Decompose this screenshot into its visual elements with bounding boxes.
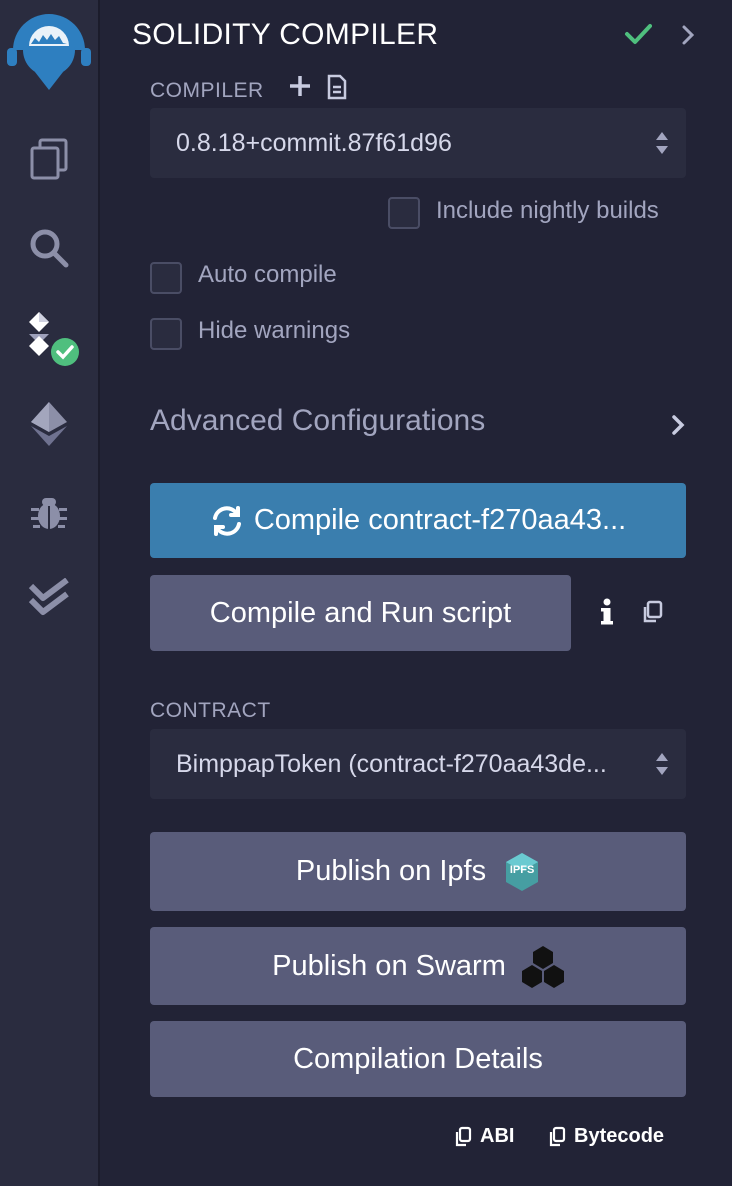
sort-arrows-icon — [654, 751, 670, 784]
file-explorer-icon[interactable] — [0, 138, 98, 180]
compile-and-run-button[interactable]: Compile and Run script — [150, 575, 571, 651]
publish-swarm-label: Publish on Swarm — [272, 949, 506, 982]
compile-button-label: Compile contract-f270aa43... — [253, 504, 627, 536]
abi-label: ABI — [480, 1125, 515, 1147]
check-icon — [624, 22, 652, 51]
refresh-icon — [210, 505, 244, 537]
copy-icon — [548, 1126, 566, 1148]
auto-compile-checkbox[interactable] — [150, 262, 182, 294]
publish-swarm-button[interactable]: Publish on Swarm — [150, 927, 686, 1005]
copy-bytecode-link[interactable]: Bytecode — [548, 1125, 664, 1148]
ipfs-badge-text: IPFS — [509, 863, 535, 876]
info-icon[interactable] — [600, 598, 614, 631]
compile-button[interactable]: Compile contract-f270aa43... — [150, 483, 686, 558]
compiler-version-select[interactable]: 0.8.18+commit.87f61d96 — [150, 108, 686, 178]
include-nightly-checkbox[interactable] — [388, 197, 420, 229]
copy-abi-link[interactable]: ABI — [454, 1125, 514, 1148]
hide-warnings-checkbox[interactable] — [150, 318, 182, 350]
ipfs-icon: IPFS — [504, 852, 540, 892]
chevron-right-icon[interactable] — [670, 414, 686, 441]
file-icon[interactable] — [326, 74, 348, 105]
compiler-label: COMPILER — [150, 79, 264, 102]
compiler-panel: SOLIDITY COMPILER COMPILER 0.8.18+commit… — [100, 0, 732, 1186]
copy-icon — [454, 1126, 472, 1148]
hide-warnings-label: Hide warnings — [198, 317, 351, 344]
solidity-compiler-icon[interactable] — [0, 312, 98, 370]
icon-sidebar — [0, 0, 100, 1186]
compiler-version-value: 0.8.18+commit.87f61d96 — [176, 128, 452, 157]
debugger-icon[interactable] — [0, 492, 98, 532]
deploy-run-icon[interactable] — [0, 400, 98, 446]
contract-select[interactable]: BimppapToken (contract-f270aa43de... — [150, 729, 686, 799]
panel-title: SOLIDITY COMPILER — [132, 18, 439, 51]
sort-arrows-icon — [654, 130, 670, 163]
chevron-right-icon[interactable] — [680, 24, 696, 51]
contract-select-value: BimppapToken (contract-f270aa43de... — [176, 749, 607, 778]
publish-ipfs-button[interactable]: Publish on Ipfs IPFS — [150, 832, 686, 911]
compile-and-run-label: Compile and Run script — [209, 596, 512, 629]
contract-label: CONTRACT — [150, 699, 271, 722]
publish-ipfs-label: Publish on Ipfs — [295, 855, 487, 887]
test-icon[interactable] — [0, 578, 98, 618]
bytecode-label: Bytecode — [574, 1125, 665, 1147]
remix-logo-icon[interactable] — [0, 10, 98, 94]
advanced-configurations-toggle[interactable]: Advanced Configurations — [150, 404, 485, 438]
copy-icon[interactable] — [641, 600, 663, 629]
swarm-icon — [521, 944, 564, 988]
auto-compile-label: Auto compile — [198, 261, 337, 288]
plus-icon[interactable] — [288, 74, 312, 103]
compilation-details-label: Compilation Details — [293, 1042, 543, 1075]
include-nightly-label: Include nightly builds — [436, 197, 659, 224]
search-icon[interactable] — [0, 228, 98, 268]
compilation-details-button[interactable]: Compilation Details — [150, 1021, 686, 1097]
